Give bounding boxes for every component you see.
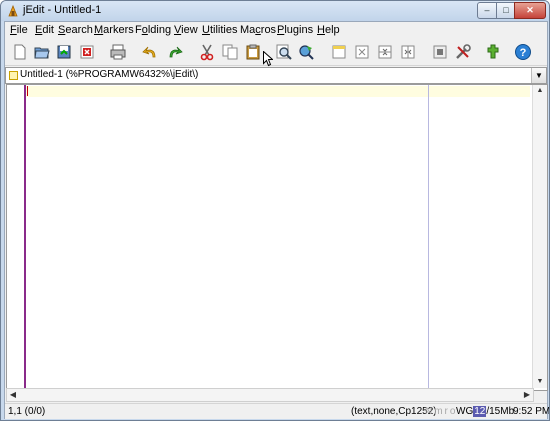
mouse-pointer-icon bbox=[263, 51, 273, 67]
menu-macros-prefix: Ma bbox=[240, 24, 256, 36]
new-view-icon[interactable] bbox=[330, 43, 348, 61]
caret bbox=[27, 86, 28, 96]
menu-help[interactable]: Help bbox=[317, 24, 340, 36]
menu-plugins[interactable]: Plugins bbox=[277, 24, 313, 36]
scroll-up-icon[interactable]: ▲ bbox=[533, 85, 547, 97]
menu-search[interactable]: Search bbox=[58, 24, 93, 36]
horizontal-scrollbar[interactable]: ◀ ▶ bbox=[6, 388, 534, 402]
menu-search-label: earch bbox=[65, 24, 93, 36]
window-title: jEdit - Untitled-1 bbox=[23, 4, 102, 16]
menu-file-mnemonic: F bbox=[10, 24, 17, 36]
open-file-icon[interactable] bbox=[33, 43, 51, 61]
memory-prefix: WG bbox=[456, 406, 474, 417]
print-icon[interactable] bbox=[109, 43, 127, 61]
untitled-buffer-icon bbox=[9, 71, 18, 80]
close-file-icon[interactable] bbox=[78, 43, 96, 61]
menu-edit-label: dit bbox=[42, 24, 54, 36]
title-bar[interactable]: jEdit - Untitled-1 – □ ✕ bbox=[1, 1, 549, 21]
global-options-icon[interactable] bbox=[454, 43, 472, 61]
clock: 9:52 PM bbox=[513, 406, 550, 417]
jedit-app-icon bbox=[8, 5, 18, 17]
undo-icon[interactable] bbox=[141, 43, 159, 61]
menu-macros[interactable]: Macros bbox=[240, 24, 276, 36]
svg-text:?: ? bbox=[520, 47, 527, 59]
menu-help-label: elp bbox=[324, 24, 340, 36]
chevron-down-icon[interactable]: ▼ bbox=[531, 68, 546, 83]
scroll-down-icon[interactable]: ▼ bbox=[533, 376, 547, 388]
redo-icon[interactable] bbox=[166, 43, 184, 61]
text-area[interactable]: ▲ ▼ bbox=[6, 84, 548, 391]
split-horizontal-icon[interactable] bbox=[376, 43, 394, 61]
menu-plugins-label: lugins bbox=[284, 24, 314, 36]
copy-icon[interactable] bbox=[221, 43, 239, 61]
buffer-label: Untitled-1 (%PROGRAMW6432%\jEdit\) bbox=[20, 69, 199, 80]
current-line-highlight bbox=[26, 86, 530, 97]
menu-folding-label: lding bbox=[147, 24, 172, 36]
menu-utilities-mnemonic: U bbox=[202, 24, 210, 36]
application-window: jEdit - Untitled-1 – □ ✕ File Edit Searc… bbox=[0, 0, 550, 421]
wrap-guide bbox=[428, 85, 429, 388]
paste-icon[interactable] bbox=[244, 43, 262, 61]
scroll-left-icon[interactable]: ◀ bbox=[7, 389, 19, 401]
find-icon[interactable] bbox=[275, 43, 293, 61]
menu-utilities[interactable]: Utilities bbox=[202, 24, 237, 36]
plugin-manager-icon[interactable] bbox=[484, 43, 502, 61]
unsplit-icon[interactable] bbox=[353, 43, 371, 61]
memory-status[interactable]: WG12/15Mb bbox=[456, 406, 514, 417]
menu-edit[interactable]: Edit bbox=[35, 24, 54, 36]
help-icon[interactable]: ? bbox=[514, 43, 532, 61]
menu-bar: File Edit Search Markers Folding View Ut… bbox=[5, 22, 547, 39]
menu-file[interactable]: File bbox=[10, 24, 28, 36]
caret-position[interactable]: 1,1 (0/0) bbox=[8, 406, 45, 417]
menu-folding-prefix: F bbox=[135, 24, 142, 36]
toolbar: ? bbox=[5, 41, 547, 66]
close-button[interactable]: ✕ bbox=[514, 2, 546, 19]
menu-view-label: iew bbox=[181, 24, 198, 36]
menu-view[interactable]: View bbox=[174, 24, 198, 36]
menu-utilities-label: tilities bbox=[209, 24, 238, 36]
menu-file-label: ile bbox=[16, 24, 28, 36]
status-bar: 1,1 (0/0) (text,none,Cp1252) Nmro WG12/1… bbox=[5, 403, 550, 419]
memory-used: 12 bbox=[473, 406, 487, 417]
new-file-icon[interactable] bbox=[11, 43, 29, 61]
client-area: File Edit Search Markers Folding View Ut… bbox=[4, 21, 550, 419]
scroll-right-icon[interactable]: ▶ bbox=[521, 389, 533, 401]
buffer-switcher[interactable]: Untitled-1 (%PROGRAMW6432%\jEdit\) ▼ bbox=[5, 67, 547, 84]
buffer-options-icon[interactable] bbox=[431, 43, 449, 61]
menu-macros-label: ros bbox=[260, 24, 277, 36]
save-file-icon[interactable] bbox=[55, 43, 73, 61]
menu-markers-mnemonic: M bbox=[94, 24, 104, 36]
menu-markers-label: arkers bbox=[103, 24, 134, 36]
memory-total: /15Mb bbox=[486, 406, 515, 417]
maximize-button[interactable]: □ bbox=[496, 2, 516, 19]
status-flags[interactable]: Nmro bbox=[425, 406, 457, 417]
split-vertical-icon[interactable] bbox=[399, 43, 417, 61]
gutter[interactable] bbox=[7, 85, 26, 388]
minimize-button[interactable]: – bbox=[477, 2, 497, 19]
cut-icon[interactable] bbox=[198, 43, 216, 61]
menu-folding[interactable]: Folding bbox=[135, 24, 171, 36]
vertical-scrollbar[interactable]: ▲ ▼ bbox=[532, 85, 547, 388]
buffer-mode[interactable]: (text,none,Cp1252) bbox=[351, 406, 437, 417]
find-next-icon[interactable] bbox=[297, 43, 315, 61]
menu-help-mnemonic: H bbox=[317, 24, 325, 36]
menu-markers[interactable]: Markers bbox=[94, 24, 134, 36]
